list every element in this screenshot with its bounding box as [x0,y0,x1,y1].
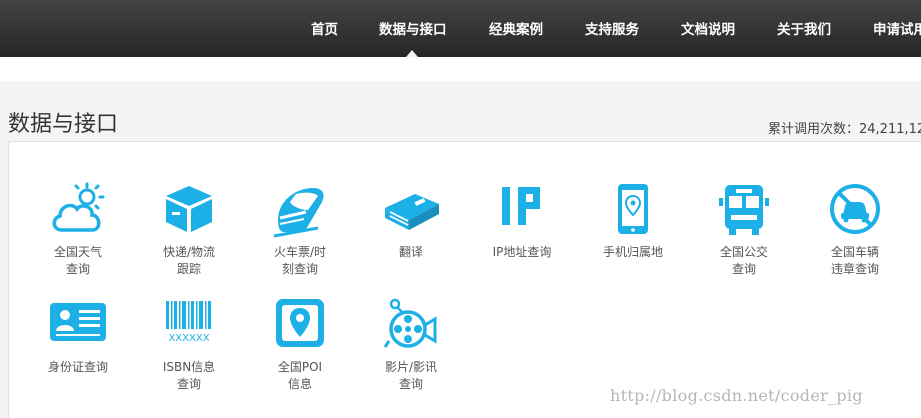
map-pin-icon [270,297,330,353]
svg-text:XXXXXX: XXXXXX [168,333,209,344]
api-tile-label: 火车票/时 刻查询 [273,245,327,276]
api-tile-poi[interactable]: 全国POI 信息 [252,297,348,393]
barcode-icon: XXXXXX [159,297,219,353]
api-tile-translate[interactable]: 翻译 [363,182,459,261]
ip-icon [492,182,552,238]
api-tile-label: IP地址查询 [492,245,552,259]
api-tile-label: 快递/物流 跟踪 [162,245,216,276]
api-tile-idcard[interactable]: 身份证查询 [30,297,126,376]
api-tile-weather[interactable]: 全国天气 查询 [30,182,126,278]
nav-item-home[interactable]: 首页 [311,0,338,57]
train-icon [270,182,330,238]
api-tile-bus[interactable]: 全国公交 查询 [696,182,792,278]
sub-header-strip [0,57,921,81]
film-camera-icon [381,297,441,353]
bus-icon [714,182,774,238]
id-card-icon [48,297,108,353]
nav-item-support[interactable]: 支持服务 [585,0,639,57]
api-tile-label: 全国天气 查询 [53,245,102,276]
api-tile-label: 影片/影讯 查询 [384,360,438,391]
nav-item-trial[interactable]: 申请试用 [873,0,921,57]
api-tile-label: ISBN信息 查询 [162,360,216,391]
total-call-count: 累计调用次数：24,211,12 [768,122,921,137]
no-car-icon [825,182,885,238]
api-tile-label: 全国公交 查询 [719,245,768,276]
api-tile-phone[interactable]: 手机归属地 [585,182,681,261]
top-navigation-bar: 首页 数据与接口 经典案例 支持服务 文档说明 关于我们 申请试用 [0,0,921,57]
nav-item-docs[interactable]: 文档说明 [681,0,735,57]
page-title: 数据与接口 [8,112,119,137]
api-tile-film[interactable]: 影片/影讯 查询 [363,297,459,393]
nav-item-about[interactable]: 关于我们 [777,0,831,57]
api-tile-train[interactable]: 火车票/时 刻查询 [252,182,348,278]
api-tile-isbn[interactable]: XXXXXX ISBN信息 查询 [141,297,237,393]
api-tile-ip[interactable]: IP地址查询 [474,182,570,261]
api-tile-label: 翻译 [398,245,423,259]
phone-location-icon [603,182,663,238]
api-tile-violation[interactable]: 全国车辆 违章查询 [807,182,903,278]
cloud-sun-icon [48,182,108,238]
api-tile-label: 全国车辆 违章查询 [830,245,879,276]
book-icon [381,182,441,238]
api-tile-label: 手机归属地 [602,245,663,259]
nav-item-cases[interactable]: 经典案例 [489,0,543,57]
nav-item-data-api[interactable]: 数据与接口 [379,0,447,57]
api-tile-express[interactable]: 快递/物流 跟踪 [141,182,237,278]
api-tile-label: 全国POI 信息 [277,360,323,391]
active-nav-indicator [406,50,418,57]
watermark: http://blog.csdn.net/coder_pig [610,386,863,405]
api-tile-label: 身份证查询 [47,360,108,374]
package-box-icon [159,182,219,238]
